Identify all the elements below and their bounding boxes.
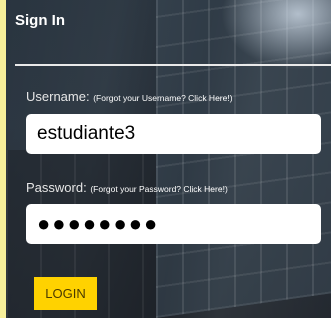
forgot-password-link[interactable]: (Forgot your Password? Click Here!) bbox=[90, 184, 227, 194]
divider bbox=[15, 64, 331, 66]
username-label-row: Username: (Forgot your Username? Click H… bbox=[26, 89, 233, 104]
login-button[interactable]: LOGIN bbox=[34, 277, 97, 310]
forgot-username-link[interactable]: (Forgot your Username? Click Here!) bbox=[93, 93, 232, 103]
password-label-row: Password: (Forgot your Password? Click H… bbox=[26, 180, 228, 195]
password-input[interactable] bbox=[26, 204, 321, 244]
password-label: Password: bbox=[26, 180, 87, 195]
sign-in-panel: Sign In Username: (Forgot your Username?… bbox=[6, 0, 331, 318]
username-input[interactable] bbox=[26, 114, 321, 154]
username-label: Username: bbox=[26, 89, 90, 104]
sky-highlight bbox=[221, 0, 331, 70]
sign-in-title: Sign In bbox=[15, 12, 65, 29]
